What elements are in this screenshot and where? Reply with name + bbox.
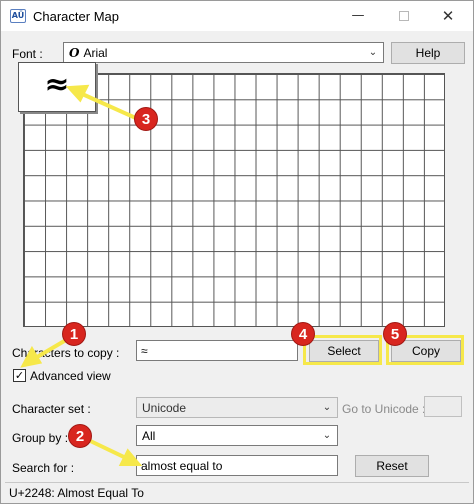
annotation-badge-1: 1 bbox=[62, 322, 86, 346]
character-map-app-icon: AÜ bbox=[10, 9, 26, 23]
go-to-unicode-label: Go to Unicode : bbox=[342, 402, 426, 416]
maximize-icon bbox=[399, 11, 409, 21]
zoomed-character: ≈ bbox=[44, 67, 70, 102]
help-button[interactable]: Help bbox=[391, 42, 465, 64]
search-for-label: Search for : bbox=[12, 461, 75, 475]
character-set-dropdown[interactable]: Unicode ⌄ bbox=[136, 397, 338, 418]
group-by-dropdown[interactable]: All ⌄ bbox=[136, 425, 338, 446]
characters-to-copy-field[interactable]: ≈ bbox=[136, 340, 298, 361]
search-input[interactable]: almost equal to bbox=[136, 455, 338, 476]
character-set-value: Unicode bbox=[142, 401, 187, 415]
advanced-view-checkbox[interactable]: ✓ bbox=[13, 369, 26, 382]
go-to-unicode-field[interactable] bbox=[424, 396, 462, 417]
opentype-font-icon: O bbox=[69, 46, 80, 60]
annotation-badge-5: 5 bbox=[383, 322, 407, 346]
chevron-down-icon[interactable]: ⌄ bbox=[366, 45, 380, 60]
status-text: U+2248: Almost Equal To bbox=[9, 486, 144, 500]
title-bar: AÜ Character Map — ✕ bbox=[1, 1, 473, 31]
font-name: Arial bbox=[83, 46, 108, 60]
characters-to-copy-value: ≈ bbox=[141, 344, 148, 358]
annotation-badge-2: 2 bbox=[68, 424, 92, 448]
font-dropdown[interactable]: O Arial ⌄ bbox=[63, 42, 384, 63]
chevron-down-icon[interactable]: ⌄ bbox=[320, 428, 334, 443]
status-bar: U+2248: Almost Equal To bbox=[5, 482, 469, 501]
characters-to-copy-label: Characters to copy : bbox=[12, 346, 120, 360]
group-by-label: Group by : bbox=[12, 431, 69, 445]
close-button[interactable]: ✕ bbox=[425, 1, 471, 31]
advanced-view-label: Advanced view bbox=[30, 369, 111, 383]
font-label: Font : bbox=[12, 47, 43, 61]
annotation-badge-4: 4 bbox=[291, 322, 315, 346]
select-button-highlight bbox=[303, 335, 382, 365]
reset-button[interactable]: Reset bbox=[355, 455, 429, 477]
maximize-button[interactable] bbox=[381, 1, 427, 31]
zoomed-character-preview: ≈ bbox=[18, 62, 96, 112]
group-by-value: All bbox=[142, 429, 156, 443]
chevron-down-icon[interactable]: ⌄ bbox=[320, 400, 334, 415]
character-set-label: Character set : bbox=[12, 402, 91, 416]
window-title: Character Map bbox=[33, 9, 119, 24]
minimize-button[interactable]: — bbox=[335, 1, 381, 31]
annotation-badge-3: 3 bbox=[134, 107, 158, 131]
font-dropdown-value: O Arial bbox=[69, 46, 107, 60]
search-input-value: almost equal to bbox=[141, 459, 223, 473]
